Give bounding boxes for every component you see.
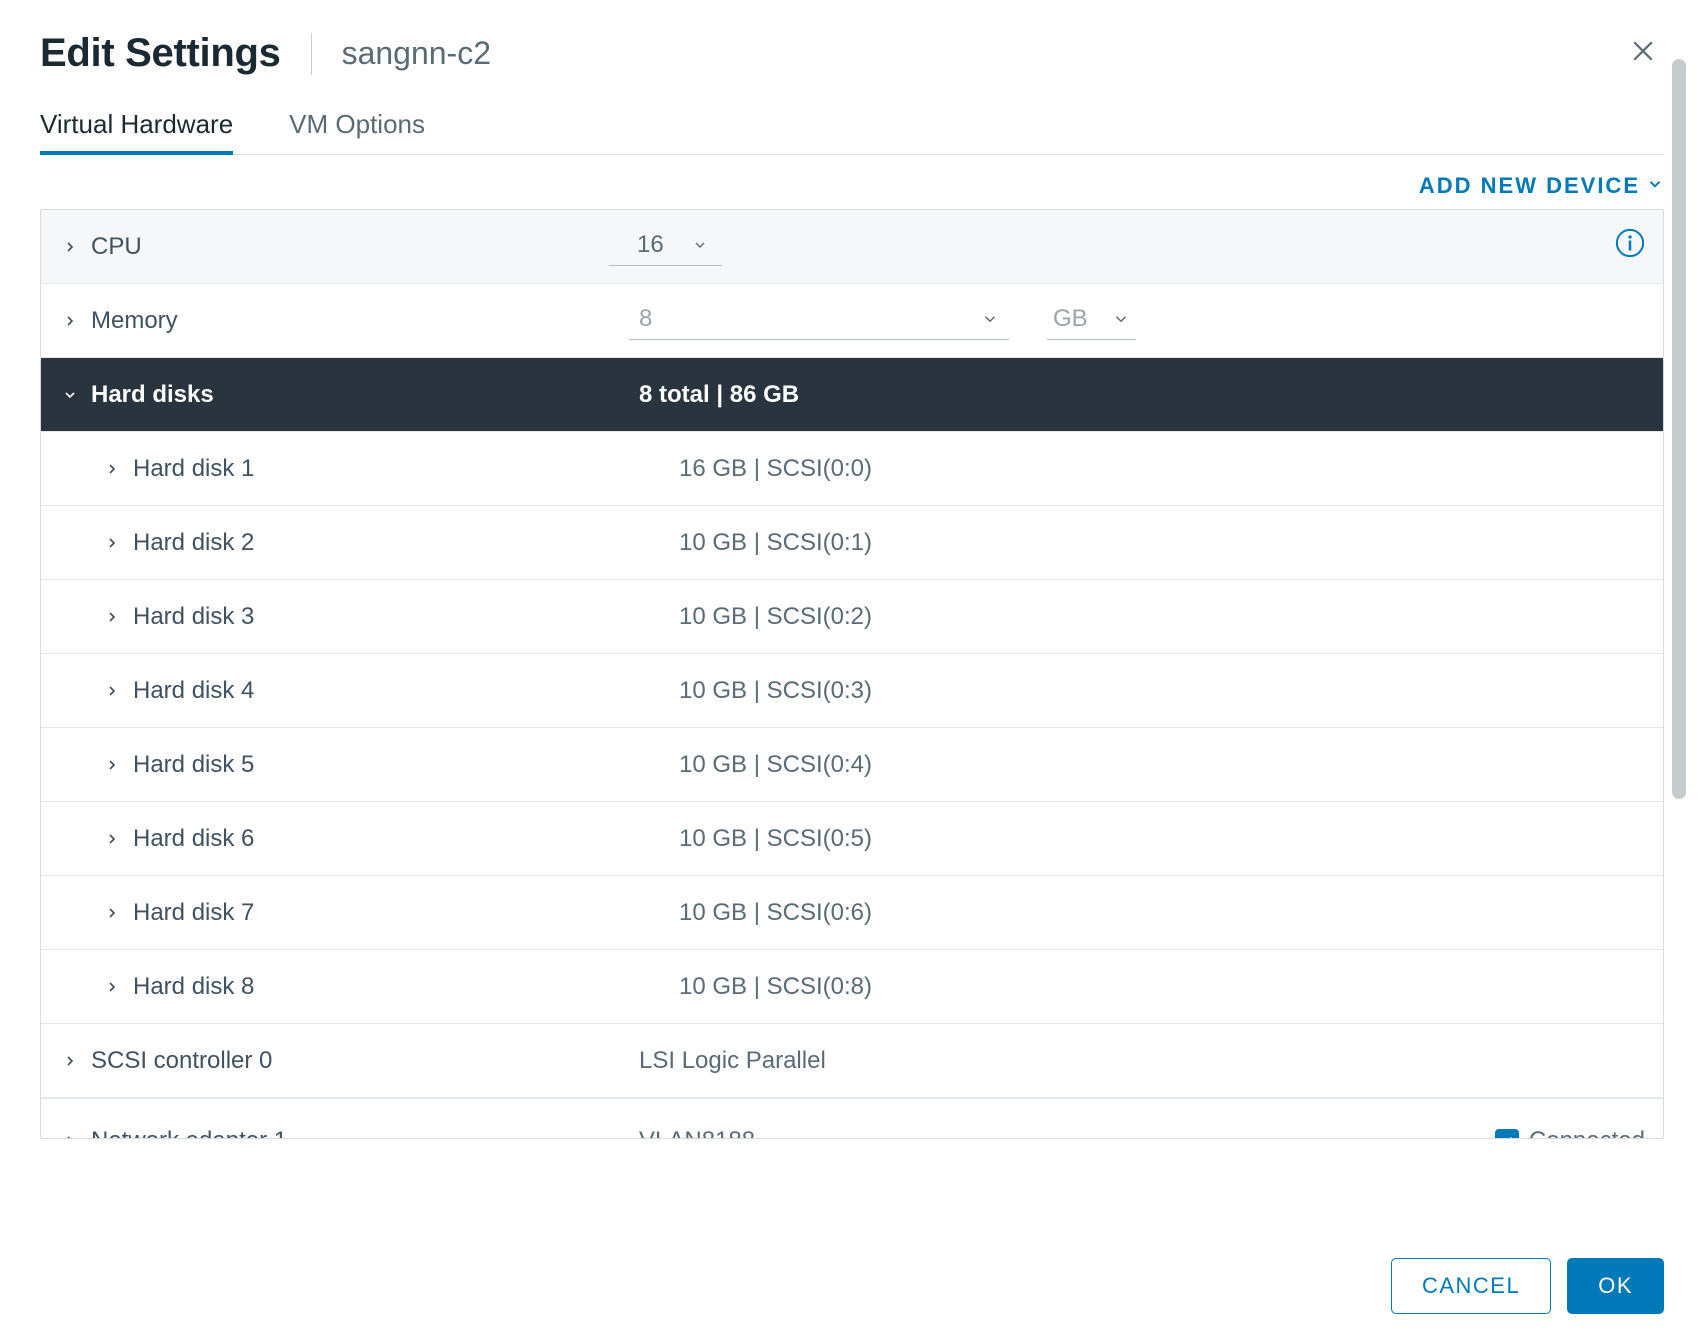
scrollbar-thumb[interactable] <box>1672 59 1686 799</box>
disk-label: Hard disk 8 <box>133 973 254 1001</box>
chevron-right-icon[interactable] <box>101 609 123 625</box>
disk-summary: 10 GB | SCSI(0:5) <box>639 825 1645 853</box>
network-label: Network adapter 1 <box>91 1127 287 1139</box>
disk-summary: 10 GB | SCSI(0:8) <box>639 973 1645 1001</box>
memory-label: Memory <box>91 307 178 335</box>
connected-checkbox[interactable] <box>1495 1129 1519 1139</box>
chevron-right-icon[interactable] <box>59 313 81 329</box>
memory-editor: GB <box>639 301 1645 340</box>
disk-label: Hard disk 4 <box>133 677 254 705</box>
row-hard-disk-7[interactable]: Hard disk 7 10 GB | SCSI(0:6) <box>41 876 1663 950</box>
header-divider <box>311 33 312 75</box>
close-icon[interactable] <box>1622 30 1664 77</box>
dialog-subtitle: sangnn-c2 <box>342 35 491 72</box>
tab-virtual-hardware[interactable]: Virtual Hardware <box>40 109 233 154</box>
row-hard-disk-2[interactable]: Hard disk 2 10 GB | SCSI(0:1) <box>41 506 1663 580</box>
chevron-down-icon <box>1646 173 1664 199</box>
add-new-device-button[interactable]: ADD NEW DEVICE <box>1419 173 1664 199</box>
chevron-right-icon[interactable] <box>101 757 123 773</box>
disk-label: Hard disk 7 <box>133 899 254 927</box>
connected-label: Connected <box>1529 1127 1645 1139</box>
tab-vm-options[interactable]: VM Options <box>289 109 425 154</box>
disk-summary: 10 GB | SCSI(0:3) <box>639 677 1645 705</box>
row-hard-disk-1[interactable]: Hard disk 1 16 GB | SCSI(0:0) <box>41 432 1663 506</box>
chevron-right-icon[interactable] <box>101 535 123 551</box>
disk-label: Hard disk 1 <box>133 455 254 483</box>
chevron-right-icon[interactable] <box>101 461 123 477</box>
row-memory[interactable]: Memory GB <box>41 284 1663 358</box>
disk-summary: 16 GB | SCSI(0:0) <box>639 455 1645 483</box>
chevron-right-icon[interactable] <box>101 683 123 699</box>
disk-summary: 10 GB | SCSI(0:1) <box>639 529 1645 557</box>
disk-label: Hard disk 3 <box>133 603 254 631</box>
disk-summary: 10 GB | SCSI(0:6) <box>639 899 1645 927</box>
memory-value-field[interactable] <box>629 301 1009 340</box>
scsi-value: LSI Logic Parallel <box>639 1047 1645 1075</box>
cpu-label: CPU <box>91 233 142 261</box>
add-new-device-label: ADD NEW DEVICE <box>1419 173 1640 199</box>
row-scsi-controller-0[interactable]: SCSI controller 0 LSI Logic Parallel <box>41 1024 1663 1098</box>
chevron-down-icon[interactable] <box>59 387 81 403</box>
chevron-right-icon[interactable] <box>59 239 81 255</box>
network-value: VLAN8188 <box>639 1127 755 1139</box>
cancel-button[interactable]: CANCEL <box>1391 1258 1551 1314</box>
row-hard-disk-8[interactable]: Hard disk 8 10 GB | SCSI(0:8) <box>41 950 1663 1024</box>
chevron-right-icon[interactable] <box>59 1053 81 1069</box>
row-hard-disk-6[interactable]: Hard disk 6 10 GB | SCSI(0:5) <box>41 802 1663 876</box>
chevron-right-icon[interactable] <box>101 831 123 847</box>
row-hard-disk-3[interactable]: Hard disk 3 10 GB | SCSI(0:2) <box>41 580 1663 654</box>
memory-unit-dropdown[interactable]: GB <box>1047 301 1136 340</box>
hardware-list: CPU 16 Memory <box>40 209 1664 1139</box>
cpu-value: 16 <box>637 231 664 259</box>
dialog-title: Edit Settings <box>40 31 281 76</box>
disk-label: Hard disk 5 <box>133 751 254 779</box>
memory-input[interactable] <box>639 305 679 333</box>
dialog-header: Edit Settings sangnn-c2 <box>40 30 1664 77</box>
row-hard-disk-5[interactable]: Hard disk 5 10 GB | SCSI(0:4) <box>41 728 1663 802</box>
chevron-right-icon[interactable] <box>101 979 123 995</box>
ok-button[interactable]: OK <box>1567 1258 1664 1314</box>
cpu-dropdown[interactable]: 16 <box>609 227 722 266</box>
chevron-right-icon[interactable] <box>59 1133 81 1139</box>
tabs: Virtual Hardware VM Options <box>40 109 1664 155</box>
row-hard-disk-4[interactable]: Hard disk 4 10 GB | SCSI(0:3) <box>41 654 1663 728</box>
disk-summary: 10 GB | SCSI(0:2) <box>639 603 1645 631</box>
chevron-right-icon[interactable] <box>101 905 123 921</box>
dialog-footer: CANCEL OK <box>1391 1258 1664 1314</box>
memory-unit: GB <box>1053 305 1088 333</box>
disk-label: Hard disk 6 <box>133 825 254 853</box>
row-cpu[interactable]: CPU 16 <box>41 210 1663 284</box>
row-hard-disks[interactable]: Hard disks 8 total | 86 GB <box>41 358 1663 432</box>
info-icon[interactable] <box>1615 228 1645 265</box>
disk-summary: 10 GB | SCSI(0:4) <box>639 751 1645 779</box>
hard-disks-summary: 8 total | 86 GB <box>639 381 1645 409</box>
scsi-label: SCSI controller 0 <box>91 1047 272 1075</box>
hard-disks-label: Hard disks <box>91 381 214 409</box>
disk-label: Hard disk 2 <box>133 529 254 557</box>
toolbar: ADD NEW DEVICE <box>40 155 1664 209</box>
row-network-adapter-1[interactable]: Network adapter 1 VLAN8188 Connected <box>41 1098 1663 1138</box>
